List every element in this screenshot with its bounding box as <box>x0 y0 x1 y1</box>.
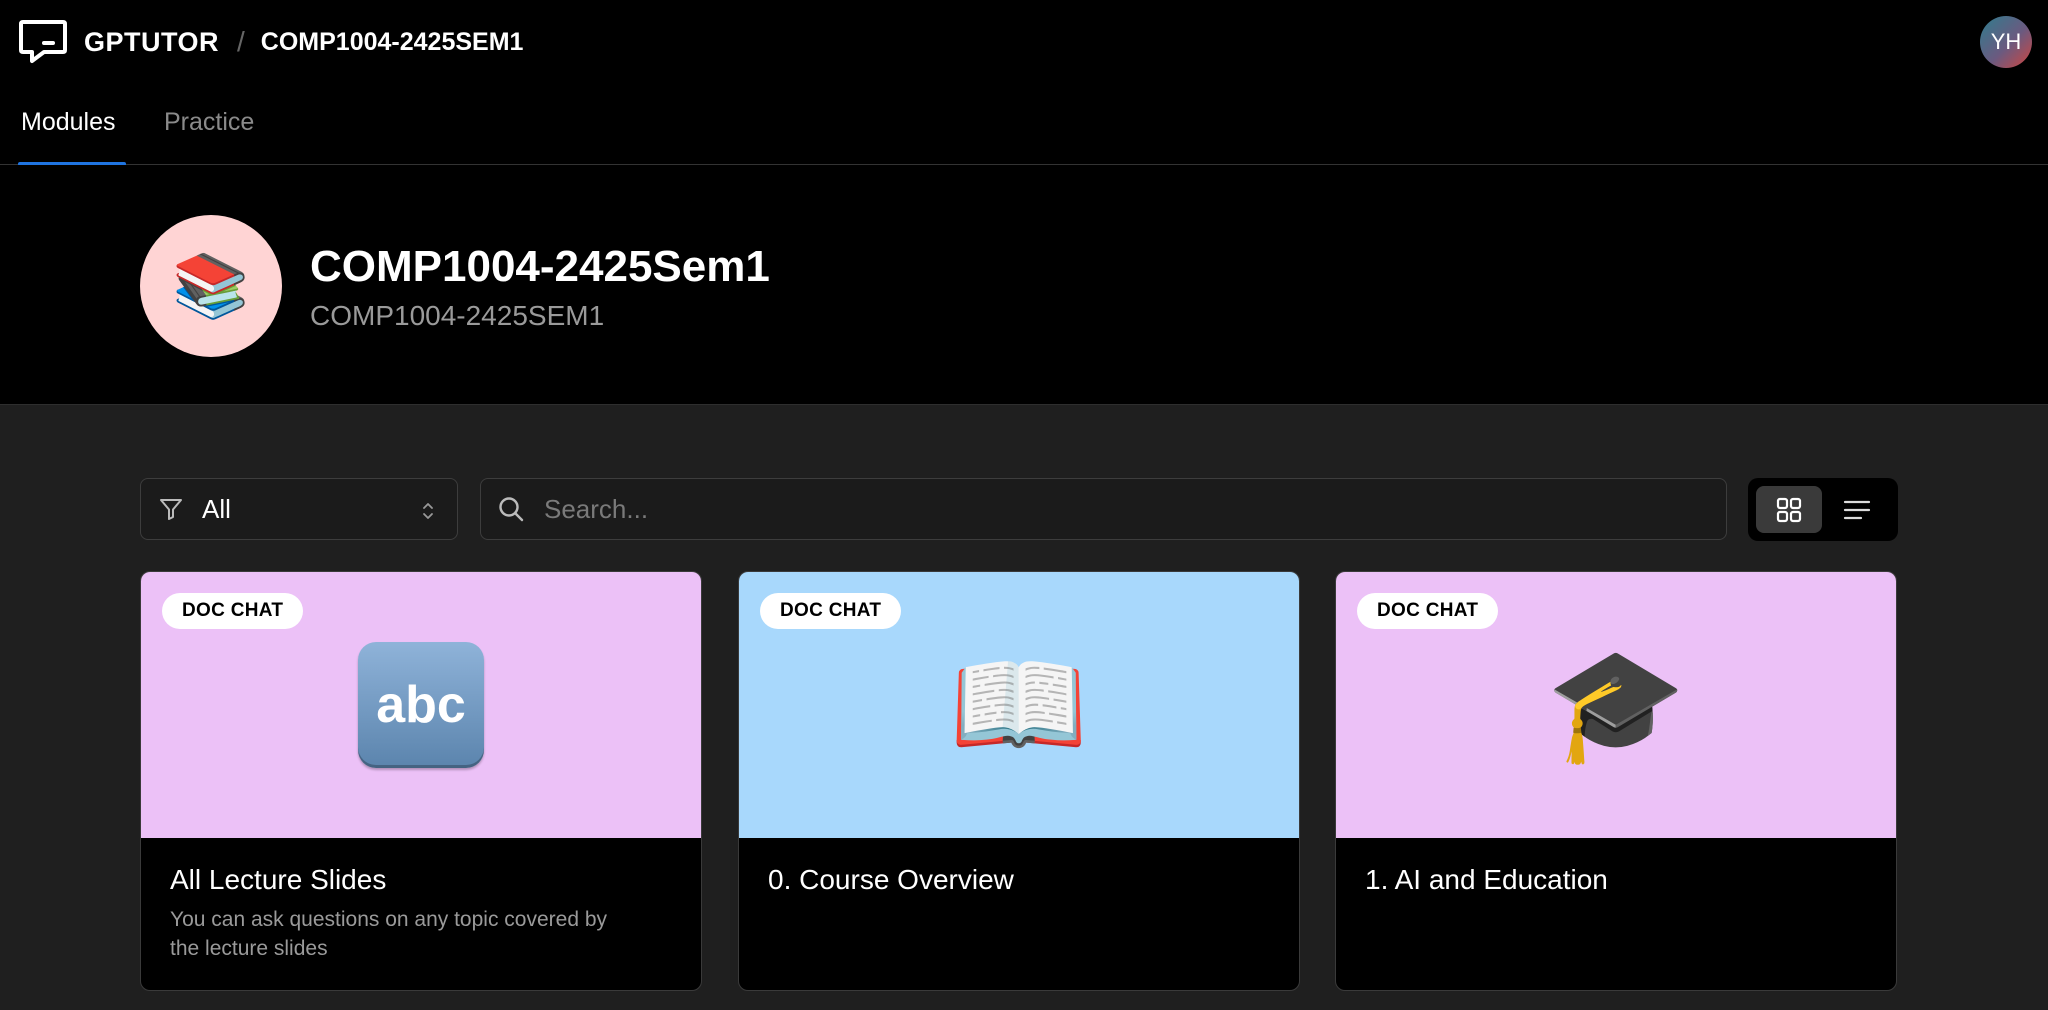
filter-select[interactable]: All <box>140 478 458 540</box>
search-icon <box>499 497 524 522</box>
page-title: COMP1004-2425Sem1 <box>310 242 770 291</box>
module-card[interactable]: DOC CHAT abc All Lecture Slides You can … <box>140 571 702 991</box>
tab-bar: Modules Practice <box>0 100 254 166</box>
filter-value: All <box>202 493 231 524</box>
card-media: DOC CHAT abc <box>141 572 701 838</box>
grid-view-button[interactable] <box>1756 486 1822 533</box>
doc-chat-badge: DOC CHAT <box>760 593 902 629</box>
list-view-button[interactable] <box>1824 486 1890 533</box>
tab-practice[interactable]: Practice <box>164 100 254 165</box>
breadcrumb-course[interactable]: COMP1004-2425SEM1 <box>261 28 524 57</box>
list-icon <box>1843 500 1871 519</box>
doc-chat-badge: DOC CHAT <box>162 593 304 629</box>
search-box <box>480 478 1727 540</box>
brand-name[interactable]: GPTUTOR <box>84 27 219 58</box>
search-input[interactable] <box>542 492 1646 526</box>
course-header: 📚 COMP1004-2425Sem1 COMP1004-2425SEM1 <box>0 165 2048 405</box>
chevron-up-down-icon <box>423 503 433 519</box>
module-title: All Lecture Slides <box>170 864 387 895</box>
filter-icon <box>160 499 182 520</box>
top-navigation-bar: GPTUTOR / COMP1004-2425SEM1 YH Modules P… <box>0 0 2048 166</box>
card-media: DOC CHAT 🎓 <box>1336 572 1896 838</box>
grid-icon <box>1776 497 1802 522</box>
graduation-cap-icon: 🎓 <box>1546 642 1686 767</box>
module-card[interactable]: DOC CHAT 📖 0. Course Overview <box>738 571 1300 991</box>
course-code: COMP1004-2425SEM1 <box>310 300 605 331</box>
card-media: DOC CHAT 📖 <box>739 572 1299 838</box>
view-toggle <box>1748 478 1898 541</box>
doc-chat-badge: DOC CHAT <box>1357 593 1499 629</box>
breadcrumb: GPTUTOR / COMP1004-2425SEM1 <box>18 18 523 66</box>
module-description: You can ask questions on any topic cover… <box>170 908 608 960</box>
module-title: 0. Course Overview <box>768 864 1014 895</box>
open-book-icon: 📖 <box>949 642 1089 767</box>
module-toolbar: All <box>140 478 1898 542</box>
module-title: 1. AI and Education <box>1365 864 1608 895</box>
breadcrumb-separator: / <box>237 26 245 57</box>
books-icon: 📚 <box>140 215 282 357</box>
chat-logo-icon[interactable] <box>18 19 68 65</box>
abc-icon: abc <box>358 642 484 768</box>
user-avatar[interactable]: YH <box>1980 16 2032 68</box>
tab-modules[interactable]: Modules <box>18 100 126 166</box>
module-card[interactable]: DOC CHAT 🎓 1. AI and Education <box>1335 571 1897 991</box>
